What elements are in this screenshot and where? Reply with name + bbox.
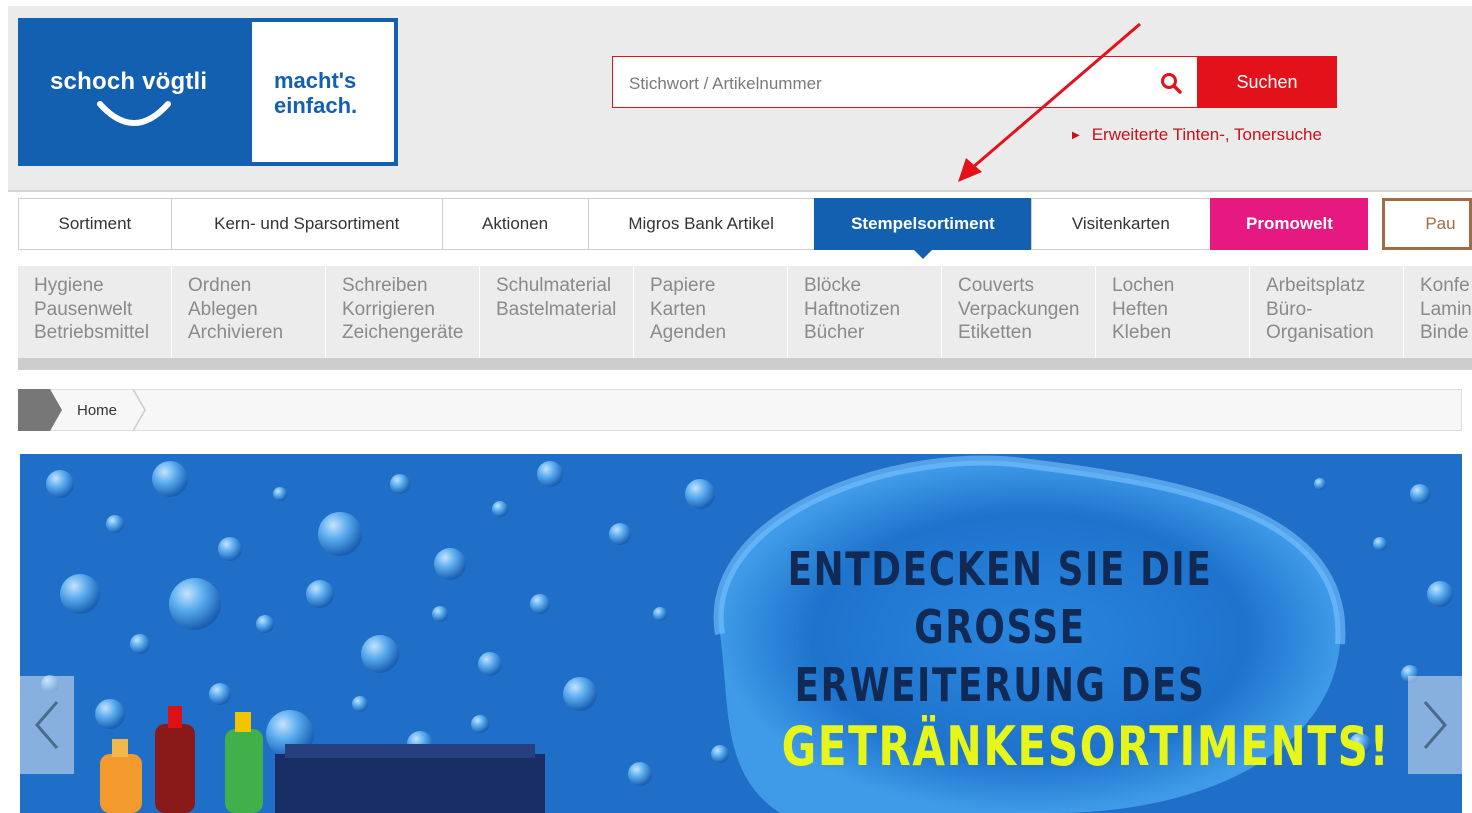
banner-headline-line2: GROSSE ERWEITERUNG DES (794, 600, 1206, 712)
breadcrumb-home-link[interactable]: Home (77, 402, 117, 419)
logo-slogan-line2: einfach. (274, 93, 358, 118)
subnav-line: Couverts (958, 275, 1035, 296)
logo-slogan: macht's einfach. (274, 68, 384, 118)
subnav-item-couverts[interactable]: Couverts Verpackungen Etiketten (942, 266, 1096, 358)
subnav-line: Heften (1112, 298, 1168, 320)
subnav-item-hygiene[interactable]: Hygiene Pausenwelt Betriebsmittel (18, 266, 172, 358)
subnav-line: Etiketten (958, 322, 1032, 343)
subnav-item-lochen[interactable]: Lochen Heften Kleben (1096, 266, 1250, 358)
tab-kern-und-sparsortiment[interactable]: Kern- und Sparsortiment (170, 198, 442, 250)
extended-search-label: Erweiterte Tinten-, Tonersuche (1091, 125, 1322, 144)
subnav-line: Hygiene (34, 275, 104, 296)
slider-next-button[interactable] (1408, 676, 1462, 774)
subnav-item-papiere[interactable]: Papiere Karten Agenden (634, 266, 788, 358)
subnav-item-schreiben[interactable]: Schreiben Korrigieren Zeichengeräte (326, 266, 480, 358)
extended-search-link[interactable]: ▶ Erweiterte Tinten-, Tonersuche (1072, 125, 1322, 145)
smile-icon (97, 101, 171, 126)
tab-pause[interactable]: Pau (1382, 198, 1472, 250)
subnav-line: Büro- (1266, 298, 1313, 320)
subnav-line: Kleben (1112, 322, 1172, 343)
hero-banner[interactable]: ENTDECKEN SIE DIE GROSSE ERWEITERUNG DES… (20, 454, 1462, 813)
search-box (612, 56, 1198, 108)
subnav-line: Lamin (1420, 298, 1472, 320)
slider-prev-button[interactable] (20, 676, 74, 774)
breadcrumb: Home (18, 389, 1462, 431)
subnav-line: Ordnen (188, 275, 252, 296)
home-icon[interactable] (18, 389, 64, 431)
search-button[interactable]: Suchen (1197, 56, 1337, 108)
logo-slogan-line1: macht's (274, 68, 357, 93)
subnav-line: Ablegen (188, 298, 258, 320)
subnav-item-konferenz[interactable]: Konfe Lamin Binde (1404, 266, 1472, 358)
subnav-item-bloecke[interactable]: Blöcke Haftnotizen Bücher (788, 266, 942, 358)
subnav-line: Konfe (1420, 275, 1470, 296)
main-navigation: Sortiment Kern- und Sparsortiment Aktion… (18, 198, 1472, 259)
search-icon[interactable] (1159, 71, 1183, 95)
logo-brand-block: schoch vögtli (20, 20, 252, 164)
banner-headline-line3: GETRÄNKESORTIMENTS! (781, 715, 1391, 778)
subnav-line: Papiere (650, 275, 716, 296)
tab-aktionen[interactable]: Aktionen (441, 198, 588, 250)
tab-promowelt[interactable]: Promowelt (1209, 198, 1369, 250)
subnav-line: Verpackungen (958, 298, 1080, 320)
banner-headline-line1: ENTDECKEN SIE DIE (787, 542, 1213, 596)
subnav-line: Karten (650, 298, 706, 320)
subnav-line: Betriebsmittel (34, 322, 150, 343)
subnav-line: Agenden (650, 322, 727, 343)
subnav-item-schulmaterial[interactable]: Schulmaterial Bastelmaterial (480, 266, 634, 358)
banner-headline: ENTDECKEN SIE DIE GROSSE ERWEITERUNG DES… (781, 540, 1391, 780)
subnav-line: Haftnotizen (804, 298, 901, 320)
tab-stempelsortiment[interactable]: Stempelsortiment (813, 198, 1031, 259)
subnav-line: Binde (1420, 322, 1469, 343)
subnav-line: Blöcke (804, 275, 862, 296)
logo-slogan-block: macht's einfach. (252, 22, 394, 162)
subnav-line: Korrigieren (342, 298, 435, 320)
sub-navigation: Hygiene Pausenwelt Betriebsmittel Ordnen… (18, 266, 1472, 370)
chevron-left-icon (35, 701, 59, 749)
logo-brand-name: schoch vögtli (50, 68, 208, 95)
search-input[interactable] (627, 71, 1151, 97)
triangle-right-icon: ▶ (1072, 130, 1080, 141)
breadcrumb-separator-icon (132, 389, 146, 431)
subnav-line: Schulmaterial (496, 275, 612, 296)
subnav-item-arbeitsplatz[interactable]: Arbeitsplatz Büro- Organisation (1250, 266, 1404, 358)
subnav-line: Bücher (804, 322, 865, 343)
subnav-line: Schreiben (342, 275, 428, 296)
brand-logo[interactable]: schoch vögtli macht's einfach. (18, 18, 398, 166)
tab-visitenkarten[interactable]: Visitenkarten (1031, 198, 1210, 250)
subnav-line: Organisation (1266, 322, 1374, 343)
subnav-line: Bastelmaterial (496, 298, 617, 320)
tab-migros-bank-artikel[interactable]: Migros Bank Artikel (587, 198, 814, 250)
subnav-item-ordnen[interactable]: Ordnen Ablegen Archivieren (172, 266, 326, 358)
subnav-line: Arbeitsplatz (1266, 275, 1366, 296)
subnav-line: Zeichengeräte (342, 322, 464, 343)
subnav-line: Pausenwelt (34, 298, 133, 320)
tab-sortiment[interactable]: Sortiment (18, 198, 171, 250)
chevron-right-icon (1423, 701, 1447, 749)
subnav-line: Archivieren (188, 322, 284, 343)
subnav-line: Lochen (1112, 275, 1175, 296)
